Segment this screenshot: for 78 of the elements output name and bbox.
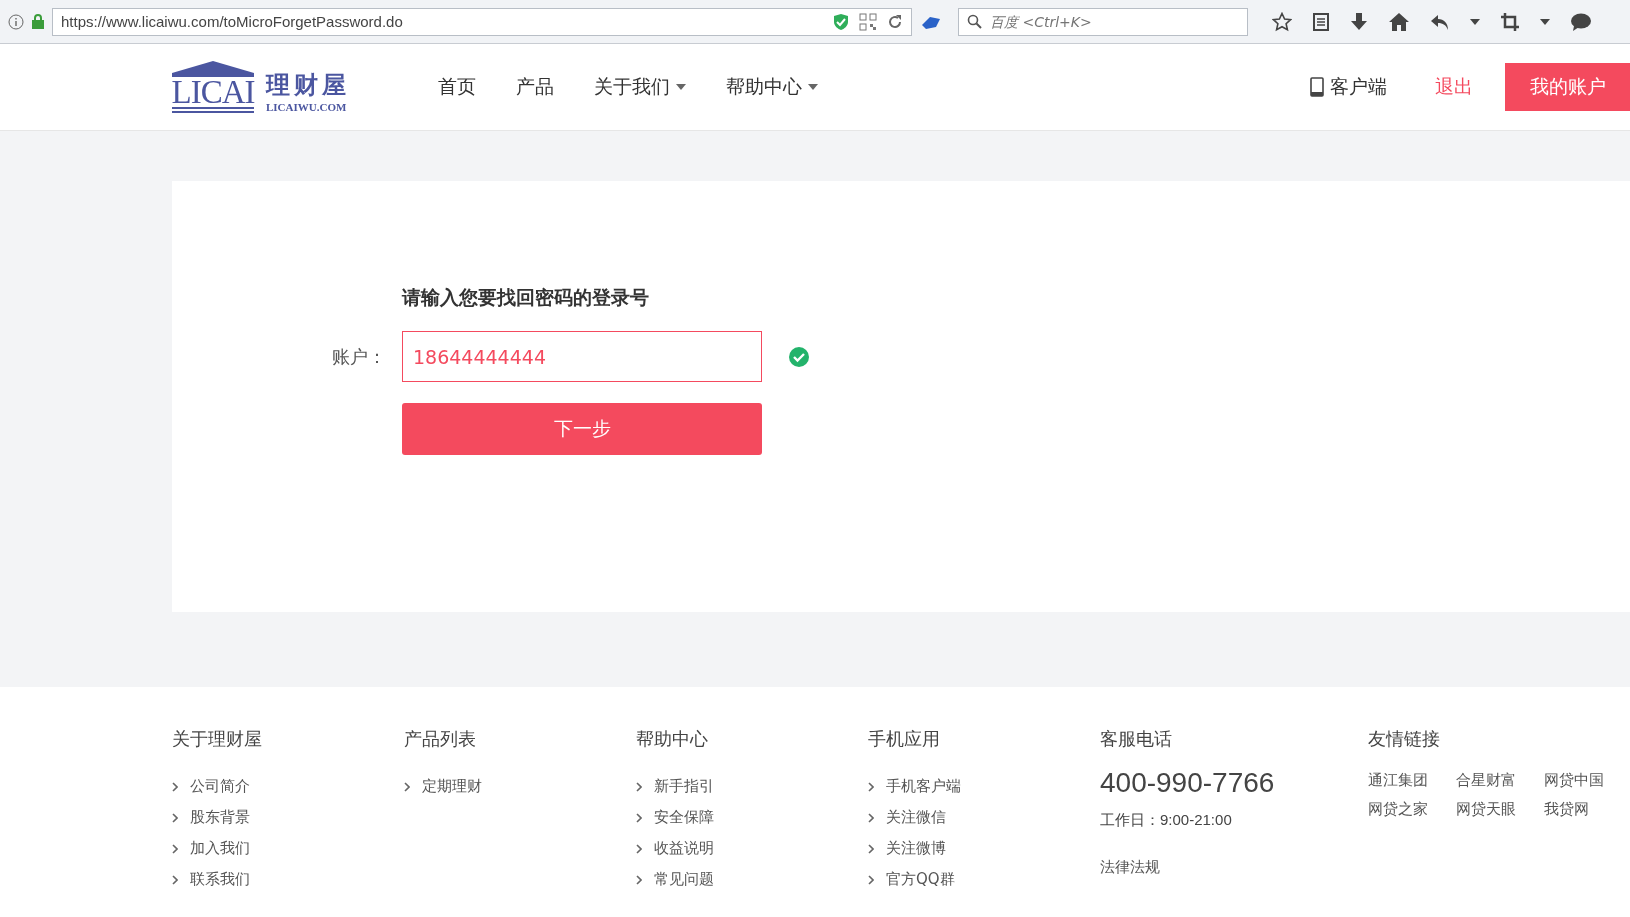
footer-link[interactable]: 安全保障 — [636, 802, 868, 833]
shield-icon[interactable] — [833, 12, 849, 31]
nav-link[interactable]: 帮助中心 — [726, 74, 818, 100]
chevron-icon — [636, 781, 642, 792]
footer-link[interactable]: 定期理财 — [404, 771, 636, 802]
search-field[interactable]: 百度 <Ctrl+K> — [958, 7, 1248, 36]
footer-link[interactable]: 股东背景 — [172, 802, 404, 833]
my-account-button[interactable]: 我的账户 — [1505, 63, 1630, 111]
chevron-icon — [868, 781, 874, 792]
caret-icon — [808, 84, 818, 90]
chevron-icon — [404, 781, 410, 792]
check-icon — [789, 346, 809, 367]
logo-domain: LICAIWU.COM — [266, 101, 348, 113]
phone-icon — [1310, 77, 1324, 97]
footer-heading: 手机应用 — [868, 727, 941, 751]
service-hours: 工作日：9:00-21:00 — [1100, 811, 1233, 830]
chevron-icon — [172, 874, 178, 885]
partner-link[interactable]: 通江集团 — [1368, 771, 1456, 790]
logout-link[interactable]: 退出 — [1435, 74, 1473, 100]
nav-link[interactable]: 产品 — [516, 74, 554, 100]
footer-link[interactable]: 关注微博 — [868, 833, 1100, 864]
footer-link[interactable]: 关注微信 — [868, 802, 1100, 833]
partner-link[interactable]: 合星财富 — [1456, 771, 1544, 790]
logo-name: 理财屋 — [266, 70, 350, 101]
chevron-icon — [868, 874, 874, 885]
chat-bubble-icon[interactable] — [1570, 11, 1592, 32]
field-label: 账户： — [332, 344, 387, 369]
chevron-icon — [636, 812, 642, 823]
footer-link[interactable]: 联系我们 — [172, 864, 404, 895]
client-link[interactable]: 客户端 — [1310, 74, 1387, 100]
qr-code-icon[interactable] — [859, 12, 877, 31]
footer-link[interactable]: 收益说明 — [636, 833, 868, 864]
roof-icon — [172, 61, 254, 77]
nav-link[interactable]: 关于我们 — [594, 74, 686, 100]
footer-heading: 帮助中心 — [636, 727, 709, 751]
lock-icon — [32, 14, 44, 29]
address-bar[interactable]: https://www.licaiwu.com/toMicroForgetPassword.do — [52, 7, 912, 36]
footer-link[interactable]: 公司简介 — [172, 771, 404, 802]
partner-link[interactable]: 网贷中国 — [1544, 771, 1630, 790]
footer-link[interactable]: 新手指引 — [636, 771, 868, 802]
partner-link[interactable]: 我贷网 — [1544, 800, 1630, 819]
footer-link[interactable]: 加入我们 — [172, 833, 404, 864]
hotline-number: 400-990-7766 — [1100, 767, 1276, 799]
account-input-field[interactable]: 18644444444 — [402, 331, 762, 382]
home-icon[interactable] — [1388, 11, 1410, 32]
caret-icon[interactable] — [1470, 18, 1480, 25]
chevron-icon — [868, 812, 874, 823]
footer-heading: 友情链接 — [1368, 727, 1441, 751]
base-icon — [172, 107, 254, 113]
chevron-icon — [636, 843, 642, 854]
search-icon — [967, 14, 982, 29]
chevron-icon — [172, 843, 178, 854]
footer-link[interactable]: 手机客户端 — [868, 771, 1100, 802]
footer-heading: 客服电话 — [1100, 727, 1173, 751]
footer-heading: 关于理财屋 — [172, 727, 263, 751]
reload-icon[interactable] — [887, 13, 903, 30]
partner-link[interactable]: 网贷之家 — [1368, 800, 1456, 819]
caret-icon — [676, 84, 686, 90]
crop-icon[interactable] — [1500, 11, 1520, 32]
next-step-button[interactable]: 下一步 — [402, 403, 762, 455]
caret-icon[interactable] — [1540, 18, 1550, 25]
footer-link[interactable]: 常见问题 — [636, 864, 868, 895]
partner-link[interactable]: 网贷天眼 — [1456, 800, 1544, 819]
star-icon[interactable] — [1272, 11, 1292, 32]
chevron-icon — [172, 812, 178, 823]
nav-link[interactable]: 首页 — [438, 74, 476, 100]
chevron-icon — [636, 874, 642, 885]
footer-link[interactable]: 官方QQ群 — [868, 864, 1100, 895]
download-icon[interactable] — [1350, 11, 1368, 32]
chevron-icon — [868, 843, 874, 854]
undo-icon[interactable] — [1430, 12, 1450, 31]
form-title: 请输入您要找回密码的登录号 — [402, 285, 650, 310]
info-icon[interactable] — [8, 13, 24, 30]
chevron-icon — [172, 781, 178, 792]
footer-heading: 产品列表 — [404, 727, 477, 751]
reading-list-icon[interactable] — [1312, 11, 1330, 32]
logo-text: LICAI — [171, 77, 255, 107]
footer-link[interactable]: 法律法规 — [1100, 858, 1368, 877]
